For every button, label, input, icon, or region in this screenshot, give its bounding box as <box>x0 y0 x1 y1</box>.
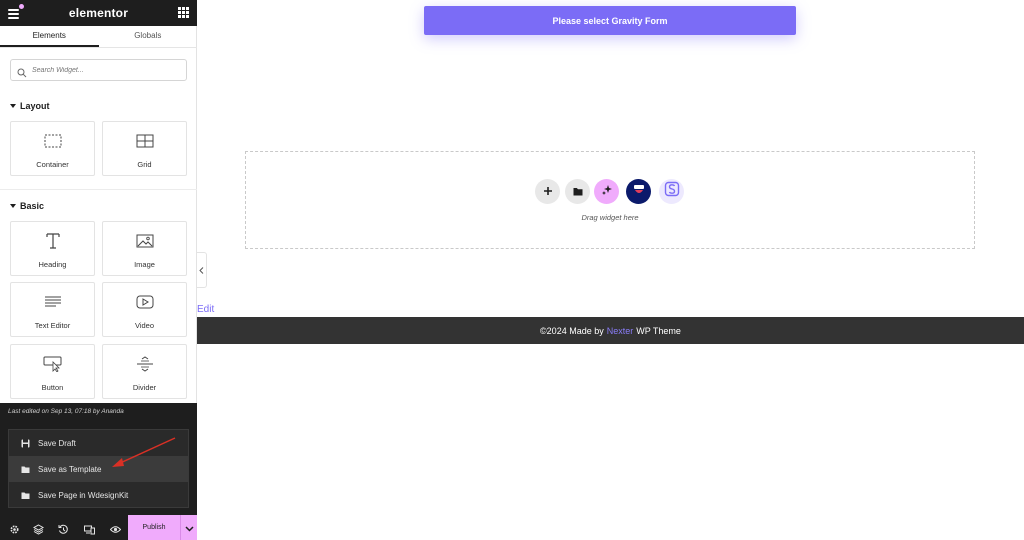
folder-icon <box>21 465 30 474</box>
apps-grid-icon[interactable] <box>178 7 189 18</box>
widget-label: Heading <box>38 260 67 269</box>
divider-icon <box>103 355 186 373</box>
history-icon[interactable] <box>58 522 69 534</box>
panel-header: elementor <box>0 0 197 26</box>
save-icon <box>21 439 30 448</box>
widget-container[interactable]: Container <box>10 121 95 176</box>
add-template-button[interactable] <box>565 179 590 204</box>
image-icon <box>103 232 186 250</box>
button-icon <box>11 355 94 373</box>
responsive-mode-icon[interactable] <box>84 522 95 535</box>
widget-text-editor[interactable]: Text Editor <box>10 282 95 337</box>
tab-elements[interactable]: Elements <box>0 26 99 47</box>
select-gravity-form-button[interactable]: Please select Gravity Form <box>424 6 796 35</box>
folder-icon <box>573 183 583 201</box>
container-icon <box>11 132 94 150</box>
category-basic-label: Basic <box>20 201 45 211</box>
widget-label: Button <box>41 383 64 392</box>
widget-label: Container <box>36 160 69 169</box>
category-layout[interactable]: Layout <box>10 101 50 111</box>
settings-gear-icon[interactable] <box>9 522 20 534</box>
widget-label: Divider <box>132 383 157 392</box>
menu-item-label: Save Page in WdesignKit <box>38 490 129 500</box>
panel-tabs: Elements Globals <box>0 26 197 48</box>
video-icon <box>103 293 186 311</box>
publish-button[interactable]: Publish <box>128 515 180 540</box>
site-footer: ©2024 Made by Nexter WP Theme <box>197 317 1024 344</box>
save-page-wdesignkit-item[interactable]: Save Page in WdesignKit <box>9 482 188 508</box>
caret-down-icon <box>10 104 16 108</box>
category-layout-label: Layout <box>20 101 50 111</box>
wdesignkit-button[interactable] <box>626 179 651 204</box>
widget-grid[interactable]: Grid <box>102 121 187 176</box>
search-box <box>10 59 187 81</box>
drag-widget-hint: Drag widget here <box>581 213 639 222</box>
preview-eye-icon[interactable] <box>109 522 122 533</box>
heading-icon <box>11 232 94 250</box>
add-section-button[interactable] <box>535 179 560 204</box>
widget-label: Text Editor <box>34 321 71 330</box>
widget-label: Video <box>134 321 155 330</box>
caret-down-icon <box>10 204 16 208</box>
widget-heading[interactable]: Heading <box>10 221 95 276</box>
widget-label: Grid <box>137 160 152 169</box>
search-widget-input[interactable] <box>32 66 182 74</box>
menu-item-label: Save Draft <box>38 438 76 448</box>
nexter-logo-icon <box>664 181 680 202</box>
publish-options-button[interactable] <box>180 515 197 540</box>
widget-image[interactable]: Image <box>102 221 187 276</box>
folder-icon <box>21 491 30 500</box>
search-icon <box>17 65 27 78</box>
wdesignkit-logo-icon <box>632 183 646 201</box>
text-editor-icon <box>11 293 94 311</box>
save-menu: Save Draft Save as Template Save Page in… <box>8 429 189 508</box>
nexter-blocks-button[interactable] <box>659 179 684 204</box>
tab-globals[interactable]: Globals <box>99 26 198 47</box>
collapse-panel-handle[interactable] <box>197 252 207 288</box>
category-basic[interactable]: Basic <box>10 201 44 211</box>
plus-icon <box>543 183 553 201</box>
widget-divider[interactable]: Divider <box>102 344 187 399</box>
widget-video[interactable]: Video <box>102 282 187 337</box>
widget-button[interactable]: Button <box>10 344 95 399</box>
widget-label: Image <box>134 260 155 269</box>
ai-assistant-button[interactable] <box>594 179 619 204</box>
chevron-down-icon <box>184 519 194 537</box>
footer-prefix: ©2024 Made by <box>540 325 604 336</box>
menu-item-label: Save as Template <box>38 464 102 474</box>
save-draft-item[interactable]: Save Draft <box>9 430 188 456</box>
edit-link[interactable]: Edit <box>197 304 214 315</box>
footer-brand-link[interactable]: Nexter <box>607 326 634 336</box>
chevron-left-icon <box>199 261 204 279</box>
layers-icon[interactable] <box>32 522 45 535</box>
elementor-logo: elementor <box>68 6 129 20</box>
sparkle-icon <box>601 183 613 201</box>
last-edited-text: Last edited on Sep 13, 07:18 by Ananda <box>8 408 124 415</box>
grid-icon <box>103 132 186 150</box>
editor-panel: elementor Elements Globals Layout Contai… <box>0 0 197 540</box>
footer-suffix: WP Theme <box>636 325 681 336</box>
save-as-template-item[interactable]: Save as Template <box>9 456 188 482</box>
category-divider <box>0 189 197 190</box>
